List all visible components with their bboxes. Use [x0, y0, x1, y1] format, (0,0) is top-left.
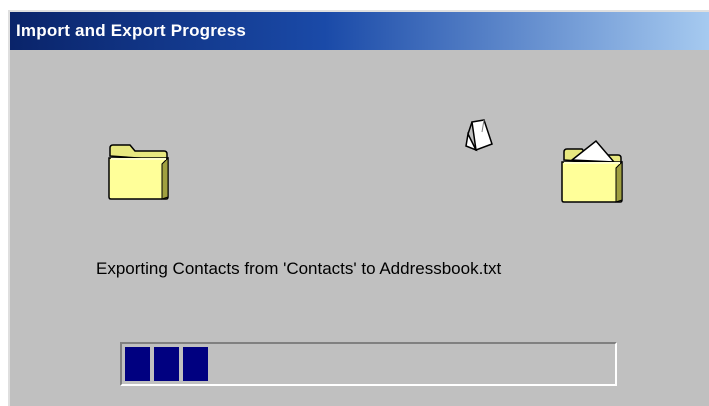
folder-icon — [106, 142, 172, 207]
window-title: Import and Export Progress — [16, 21, 247, 40]
progress-block — [125, 347, 150, 381]
progress-dialog: Import and Export Progress Exporting Con… — [8, 10, 709, 406]
status-message: Exporting Contacts from 'Contacts' to Ad… — [96, 259, 502, 278]
flying-document-icon — [462, 116, 498, 161]
title-bar[interactable]: Import and Export Progress — [10, 12, 709, 50]
progress-bar — [120, 342, 617, 386]
open-folder-icon — [558, 138, 626, 209]
progress-block — [183, 347, 208, 381]
progress-fill — [125, 347, 612, 381]
progress-block — [154, 347, 179, 381]
